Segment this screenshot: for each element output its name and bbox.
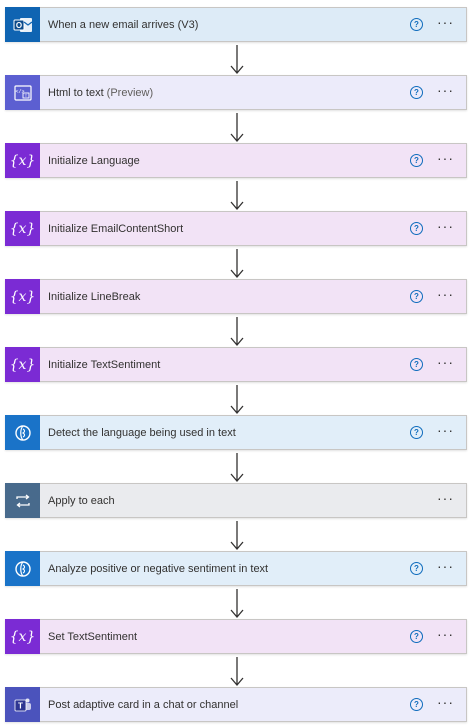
more-options-button[interactable]: ··· [437,491,454,508]
step-title[interactable]: Initialize LineBreak [40,291,410,303]
more-options-button[interactable]: ··· [437,695,454,712]
more-options-button[interactable]: ··· [437,15,454,32]
step-title[interactable]: When a new email arrives (V3) [40,19,410,31]
ai-builder-icon [5,415,40,450]
connector-arrow-icon [230,589,244,618]
flow-step-card[interactable]: Apply to each ··· [5,483,467,518]
help-icon[interactable]: ? [410,630,423,643]
step-title[interactable]: Html to text (Preview) [40,87,410,99]
step-title-text: Analyze positive or negative sentiment i… [48,562,269,575]
connector-arrow-icon [230,249,244,278]
variable-icon: {x} [5,347,40,382]
step-title-text: Initialize LineBreak [48,290,141,303]
more-options-button[interactable]: ··· [437,627,454,644]
more-options-button[interactable]: ··· [437,559,454,576]
variable-icon: {x} [5,211,40,246]
html-to-text-icon: </> T [5,75,40,110]
connector-arrow-icon [230,113,244,142]
help-icon[interactable]: ? [410,562,423,575]
step-title-text: Apply to each [48,494,115,507]
help-icon[interactable]: ? [410,290,423,303]
svg-text:T: T [24,93,27,98]
ai-builder-icon [5,551,40,586]
flow-step-card[interactable]: {x} Initialize LineBreak? ··· [5,279,467,314]
help-icon[interactable]: ? [410,426,423,439]
help-icon[interactable]: ? [410,86,423,99]
outlook-icon: O [5,7,40,42]
more-options-button[interactable]: ··· [437,151,454,168]
flow-step-card[interactable]: {x} Initialize EmailContentShort? ··· [5,211,467,246]
more-options-button[interactable]: ··· [437,423,454,440]
help-icon[interactable]: ? [410,698,423,711]
step-title[interactable]: Post adaptive card in a chat or channel [40,699,410,711]
step-title-text: Detect the language being used in text [48,426,236,439]
flow-step-card[interactable]: {x} Set TextSentiment? ··· [5,619,467,654]
loop-icon [5,483,40,518]
more-options-button[interactable]: ··· [437,83,454,100]
teams-icon: T [5,687,40,722]
more-options-button[interactable]: ··· [437,219,454,236]
step-title[interactable]: Analyze positive or negative sentiment i… [40,563,410,575]
variable-icon: {x} [5,619,40,654]
step-title-text: Initialize TextSentiment [48,358,161,371]
flow-step-card[interactable]: Analyze positive or negative sentiment i… [5,551,467,586]
variable-icon: {x} [5,279,40,314]
connector-arrow-icon [230,317,244,346]
connector-arrow-icon [230,521,244,550]
connector-arrow-icon [230,385,244,414]
help-icon[interactable]: ? [410,18,423,31]
connector-arrow-icon [230,45,244,74]
step-title[interactable]: Set TextSentiment [40,631,410,643]
connector-arrow-icon [230,181,244,210]
flow-step-card[interactable]: O When a new email arrives (V3)? ··· [5,7,467,42]
step-title-text: Post adaptive card in a chat or channel [48,698,239,711]
flow-step-card[interactable]: {x} Initialize TextSentiment? ··· [5,347,467,382]
flow-canvas: O When a new email arrives (V3)? ··· </> T Ht… [0,0,474,727]
flow-step-card[interactable]: {x} Initialize Language? ··· [5,143,467,178]
help-icon[interactable]: ? [410,154,423,167]
help-icon[interactable]: ? [410,358,423,371]
step-title-suffix: (Preview) [103,86,154,99]
step-title[interactable]: Initialize Language [40,155,410,167]
step-title-text: Initialize EmailContentShort [48,222,184,235]
help-icon[interactable]: ? [410,222,423,235]
step-title[interactable]: Apply to each [40,495,437,507]
step-title-text: Html to text [48,86,104,99]
flow-step-card[interactable]: Detect the language being used in text? ·… [5,415,467,450]
step-title-text: Initialize Language [48,154,140,167]
svg-text:O: O [15,21,21,30]
flow-step-card[interactable]: T Post adaptive card in a chat or channel… [5,687,467,722]
connector-arrow-icon [230,657,244,686]
flow-step-card[interactable]: </> T Html to text (Preview)? ··· [5,75,467,110]
step-title[interactable]: Initialize TextSentiment [40,359,410,371]
step-title-text: Set TextSentiment [48,630,138,643]
more-options-button[interactable]: ··· [437,355,454,372]
variable-icon: {x} [5,143,40,178]
step-title[interactable]: Initialize EmailContentShort [40,223,410,235]
more-options-button[interactable]: ··· [437,287,454,304]
connector-arrow-icon [230,453,244,482]
step-title[interactable]: Detect the language being used in text [40,427,410,439]
svg-text:T: T [18,701,23,710]
step-title-text: When a new email arrives (V3) [48,18,199,31]
